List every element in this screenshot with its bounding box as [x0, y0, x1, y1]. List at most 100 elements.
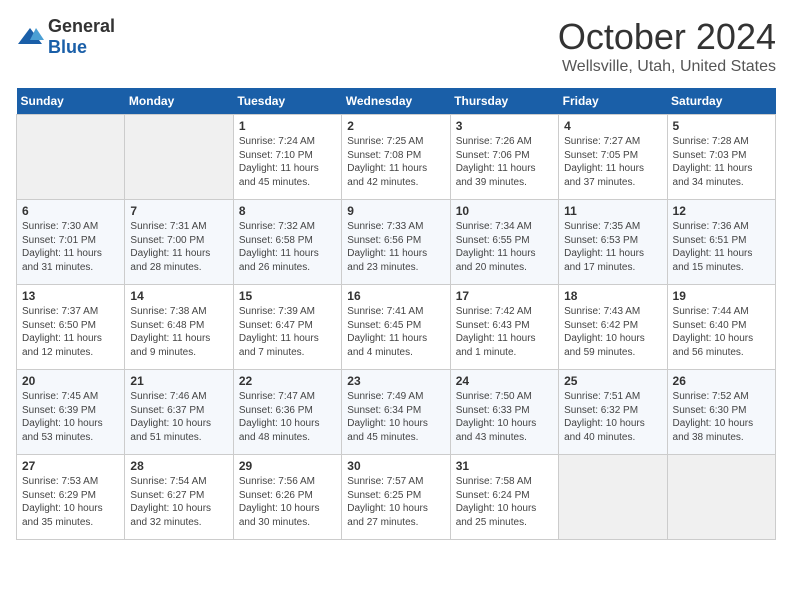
calendar-cell: 2Sunrise: 7:25 AMSunset: 7:08 PMDaylight…	[342, 115, 450, 200]
calendar-cell: 12Sunrise: 7:36 AMSunset: 6:51 PMDayligh…	[667, 200, 775, 285]
logo-icon	[16, 26, 44, 48]
cell-info: Sunrise: 7:46 AMSunset: 6:37 PMDaylight:…	[130, 390, 227, 444]
title-area: October 2024 Wellsville, Utah, United St…	[558, 16, 776, 76]
cell-info: Sunrise: 7:43 AMSunset: 6:42 PMDaylight:…	[564, 305, 661, 359]
day-number: 5	[673, 119, 770, 133]
day-number: 20	[22, 374, 119, 388]
calendar-cell: 13 Sunrise: 7:37 AMSunset: 6:50 PMDayligh…	[17, 285, 125, 370]
cell-info: Sunrise: 7:28 AMSunset: 7:03 PMDaylight:…	[673, 135, 770, 189]
header: General Blue October 2024 Wellsville, Ut…	[16, 16, 776, 76]
day-number: 26	[673, 374, 770, 388]
day-number: 13	[22, 289, 119, 303]
calendar-cell: 28 Sunrise: 7:54 AMSunset: 6:27 PMDayligh…	[125, 455, 233, 540]
calendar-cell	[125, 115, 233, 200]
calendar-cell: 4 Sunrise: 7:27 AMSunset: 7:05 PMDaylight…	[559, 115, 667, 200]
day-header-thursday: Thursday	[450, 88, 558, 115]
cell-info: Sunrise: 7:52 AMSunset: 6:30 PMDaylight:…	[673, 390, 770, 444]
calendar-cell: 27Sunrise: 7:53 AMSunset: 6:29 PMDayligh…	[17, 455, 125, 540]
day-number: 23	[347, 374, 444, 388]
cell-info: Sunrise: 7:58 AMSunset: 6:24 PMDaylight:…	[456, 475, 553, 529]
calendar-cell: 16 Sunrise: 7:41 AMSunset: 6:45 PMDayligh…	[342, 285, 450, 370]
month-title: October 2024	[558, 16, 776, 58]
logo-blue-text: Blue	[48, 37, 87, 57]
day-number: 8	[239, 204, 336, 218]
day-number: 24	[456, 374, 553, 388]
calendar-cell: 29 Sunrise: 7:56 AMSunset: 6:26 PMDayligh…	[233, 455, 341, 540]
day-header-friday: Friday	[559, 88, 667, 115]
day-number: 19	[673, 289, 770, 303]
cell-info: Sunrise: 7:57 AMSunset: 6:25 PMDaylight:…	[347, 475, 444, 529]
calendar-cell: 6 Sunrise: 7:30 AMSunset: 7:01 PMDaylight…	[17, 200, 125, 285]
day-number: 3	[456, 119, 553, 133]
day-number: 11	[564, 204, 661, 218]
calendar-cell	[17, 115, 125, 200]
cell-info: Sunrise: 7:54 AMSunset: 6:27 PMDaylight:…	[130, 475, 227, 529]
day-header-tuesday: Tuesday	[233, 88, 341, 115]
day-number: 12	[673, 204, 770, 218]
calendar-cell: 14Sunrise: 7:38 AMSunset: 6:48 PMDayligh…	[125, 285, 233, 370]
calendar-cell: 17Sunrise: 7:42 AMSunset: 6:43 PMDayligh…	[450, 285, 558, 370]
day-header-saturday: Saturday	[667, 88, 775, 115]
day-number: 27	[22, 459, 119, 473]
calendar-header-row: SundayMondayTuesdayWednesdayThursdayFrid…	[17, 88, 776, 115]
calendar-table: SundayMondayTuesdayWednesdayThursdayFrid…	[16, 88, 776, 540]
cell-info: Sunrise: 7:37 AMSunset: 6:50 PMDaylight:…	[22, 305, 119, 359]
calendar-cell	[559, 455, 667, 540]
calendar-cell: 8 Sunrise: 7:32 AMSunset: 6:58 PMDaylight…	[233, 200, 341, 285]
day-number: 29	[239, 459, 336, 473]
calendar-cell: 21Sunrise: 7:46 AMSunset: 6:37 PMDayligh…	[125, 370, 233, 455]
day-header-monday: Monday	[125, 88, 233, 115]
location-subtitle: Wellsville, Utah, United States	[558, 58, 776, 76]
calendar-cell	[667, 455, 775, 540]
cell-info: Sunrise: 7:26 AMSunset: 7:06 PMDaylight:…	[456, 135, 553, 189]
calendar-cell: 22Sunrise: 7:47 AMSunset: 6:36 PMDayligh…	[233, 370, 341, 455]
calendar-cell: 11 Sunrise: 7:35 AMSunset: 6:53 PMDayligh…	[559, 200, 667, 285]
cell-info: Sunrise: 7:32 AMSunset: 6:58 PMDaylight:…	[239, 220, 336, 274]
day-number: 22	[239, 374, 336, 388]
cell-info: Sunrise: 7:25 AMSunset: 7:08 PMDaylight:…	[347, 135, 444, 189]
day-number: 4	[564, 119, 661, 133]
calendar-week-row: 13 Sunrise: 7:37 AMSunset: 6:50 PMDayligh…	[17, 285, 776, 370]
cell-info: Sunrise: 7:39 AMSunset: 6:47 PMDaylight:…	[239, 305, 336, 359]
cell-info: Sunrise: 7:30 AMSunset: 7:01 PMDaylight:…	[22, 220, 119, 274]
day-number: 6	[22, 204, 119, 218]
cell-info: Sunrise: 7:42 AMSunset: 6:43 PMDaylight:…	[456, 305, 553, 359]
calendar-cell: 5 Sunrise: 7:28 AMSunset: 7:03 PMDaylight…	[667, 115, 775, 200]
calendar-cell: 23Sunrise: 7:49 AMSunset: 6:34 PMDayligh…	[342, 370, 450, 455]
calendar-cell: 7 Sunrise: 7:31 AMSunset: 7:00 PMDaylight…	[125, 200, 233, 285]
calendar-cell: 25 Sunrise: 7:51 AMSunset: 6:32 PMDayligh…	[559, 370, 667, 455]
cell-info: Sunrise: 7:35 AMSunset: 6:53 PMDaylight:…	[564, 220, 661, 274]
calendar-week-row: 20Sunrise: 7:45 AMSunset: 6:39 PMDayligh…	[17, 370, 776, 455]
calendar-cell: 26 Sunrise: 7:52 AMSunset: 6:30 PMDayligh…	[667, 370, 775, 455]
calendar-cell: 20Sunrise: 7:45 AMSunset: 6:39 PMDayligh…	[17, 370, 125, 455]
day-number: 25	[564, 374, 661, 388]
cell-info: Sunrise: 7:51 AMSunset: 6:32 PMDaylight:…	[564, 390, 661, 444]
cell-info: Sunrise: 7:33 AMSunset: 6:56 PMDaylight:…	[347, 220, 444, 274]
day-number: 15	[239, 289, 336, 303]
day-number: 28	[130, 459, 227, 473]
day-number: 16	[347, 289, 444, 303]
calendar-week-row: 1 Sunrise: 7:24 AMSunset: 7:10 PMDaylight…	[17, 115, 776, 200]
cell-info: Sunrise: 7:56 AMSunset: 6:26 PMDaylight:…	[239, 475, 336, 529]
cell-info: Sunrise: 7:50 AMSunset: 6:33 PMDaylight:…	[456, 390, 553, 444]
calendar-week-row: 6 Sunrise: 7:30 AMSunset: 7:01 PMDaylight…	[17, 200, 776, 285]
cell-info: Sunrise: 7:27 AMSunset: 7:05 PMDaylight:…	[564, 135, 661, 189]
cell-info: Sunrise: 7:41 AMSunset: 6:45 PMDaylight:…	[347, 305, 444, 359]
cell-info: Sunrise: 7:34 AMSunset: 6:55 PMDaylight:…	[456, 220, 553, 274]
calendar-cell: 15 Sunrise: 7:39 AMSunset: 6:47 PMDayligh…	[233, 285, 341, 370]
cell-info: Sunrise: 7:44 AMSunset: 6:40 PMDaylight:…	[673, 305, 770, 359]
logo-general-text: General	[48, 16, 115, 36]
day-number: 31	[456, 459, 553, 473]
day-number: 9	[347, 204, 444, 218]
cell-info: Sunrise: 7:24 AMSunset: 7:10 PMDaylight:…	[239, 135, 336, 189]
day-header-wednesday: Wednesday	[342, 88, 450, 115]
day-number: 1	[239, 119, 336, 133]
cell-info: Sunrise: 7:31 AMSunset: 7:00 PMDaylight:…	[130, 220, 227, 274]
calendar-cell: 10Sunrise: 7:34 AMSunset: 6:55 PMDayligh…	[450, 200, 558, 285]
cell-info: Sunrise: 7:38 AMSunset: 6:48 PMDaylight:…	[130, 305, 227, 359]
day-number: 7	[130, 204, 227, 218]
calendar-cell: 3 Sunrise: 7:26 AMSunset: 7:06 PMDaylight…	[450, 115, 558, 200]
day-header-sunday: Sunday	[17, 88, 125, 115]
calendar-cell: 30Sunrise: 7:57 AMSunset: 6:25 PMDayligh…	[342, 455, 450, 540]
calendar-cell: 9 Sunrise: 7:33 AMSunset: 6:56 PMDaylight…	[342, 200, 450, 285]
